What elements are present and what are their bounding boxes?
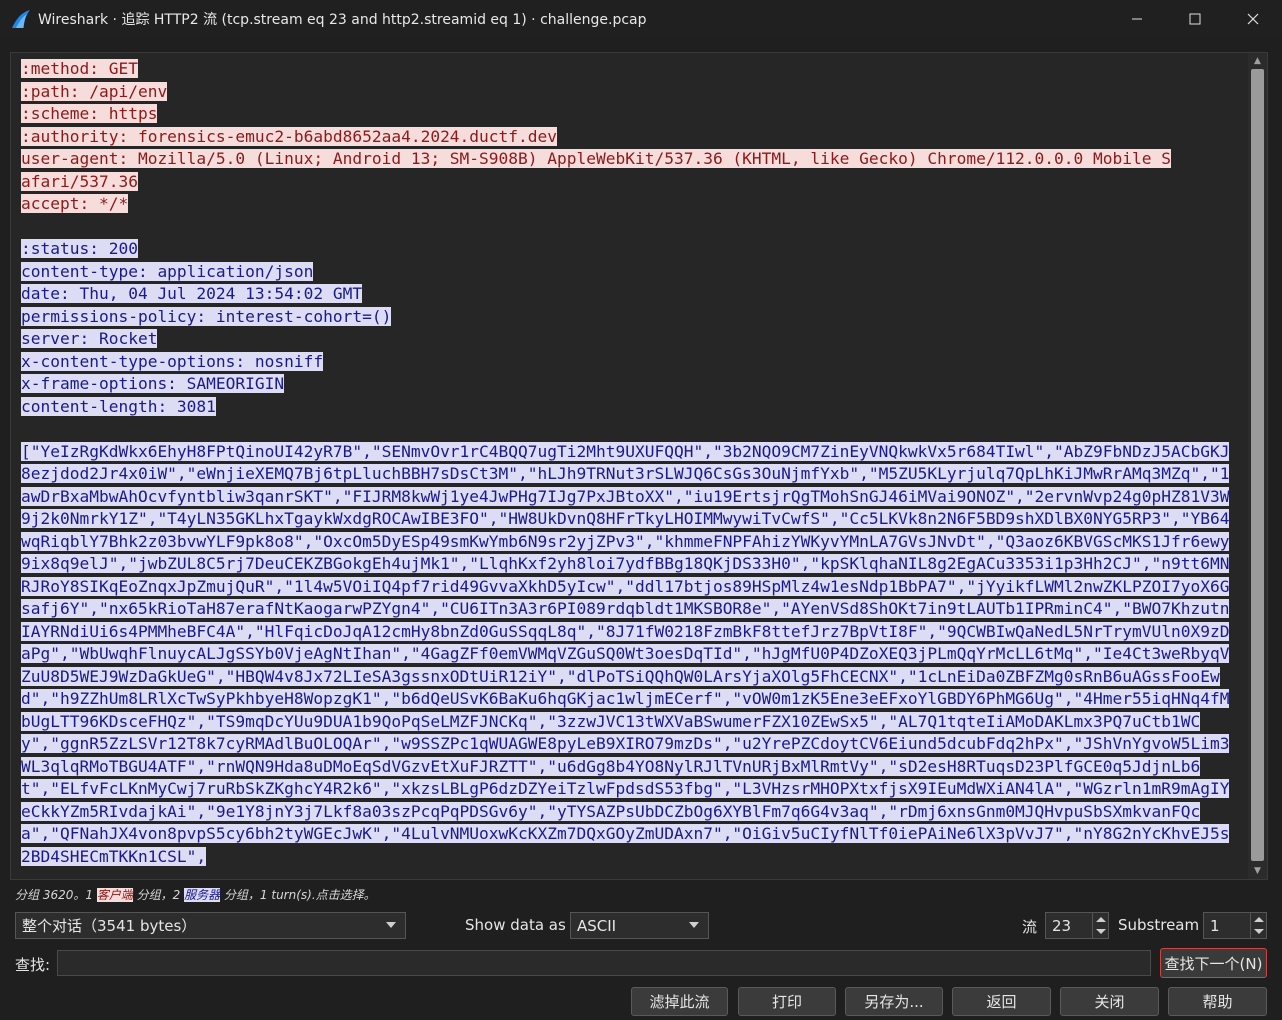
show-data-as-label: Show data as [465, 916, 566, 934]
summary-middle: 分组，2 [132, 888, 185, 902]
spin-down-icon[interactable] [1254, 929, 1264, 934]
client-tag[interactable]: 客户端 [96, 888, 133, 902]
response-header-line: :status: 200 [21, 239, 138, 258]
server-tag[interactable]: 服务器 [184, 888, 221, 902]
find-next-button[interactable]: 查找下一个(N) [1160, 948, 1267, 978]
scroll-up-icon[interactable]: ▲ [1248, 54, 1267, 68]
find-input[interactable] [57, 950, 1151, 976]
back-button[interactable]: 返回 [952, 987, 1051, 1016]
response-header-line: permissions-policy: interest-cohort=() [21, 306, 392, 326]
request-header-line: afari/537.36 [21, 171, 138, 191]
response-headers: :status: 200 content-type: application/j… [21, 238, 1239, 418]
stream-spinbox[interactable]: 23 [1045, 912, 1109, 939]
chevron-down-icon [386, 922, 396, 928]
spin-up-icon[interactable] [1254, 917, 1264, 922]
find-label: 查找: [15, 956, 51, 974]
close-dialog-button[interactable]: 关闭 [1060, 987, 1159, 1016]
request-headers: :method: GET :path: /api/env :scheme: ht… [21, 58, 1239, 216]
response-header-line: x-content-type-options: nosniff [21, 351, 324, 371]
stream-value: 23 [1052, 916, 1072, 935]
response-header-line: server: Rocket [21, 329, 158, 348]
request-header-line: :method: GET [21, 59, 138, 78]
scrollbar-thumb[interactable] [1251, 69, 1264, 861]
summary-suffix: 分组，1 turn(s).点击选择。 [220, 888, 376, 902]
wireshark-fin-icon [12, 10, 30, 28]
show-data-as-value: ASCII [577, 916, 617, 935]
maximize-icon [1189, 13, 1201, 25]
response-body: ["YeIzRgKdWkx6EhyH8FPtQinoUI42yR7B","SEN… [21, 441, 1230, 866]
stream-text[interactable]: :method: GET :path: /api/env :scheme: ht… [21, 58, 1239, 868]
spin-up-icon[interactable] [1096, 917, 1106, 922]
print-button[interactable]: 打印 [738, 987, 836, 1016]
vertical-scrollbar[interactable]: ▲ ▼ [1248, 53, 1267, 879]
response-header-line: content-length: 3081 [21, 396, 216, 416]
request-header-line: accept: */* [21, 194, 129, 213]
minimize-icon [1132, 18, 1142, 20]
save-as-button[interactable]: 另存为... [845, 987, 943, 1016]
summary-prefix: 分组 3620。1 [15, 888, 97, 902]
stream-summary: 分组 3620。1 客户端 分组，2 服务器 分组，1 turn(s).点击选择… [15, 886, 376, 903]
conversation-select-value: 整个对话（3541 bytes） [22, 917, 197, 935]
minimize-button[interactable] [1108, 0, 1166, 38]
title-bar: Wireshark · 追踪 HTTP2 流 (tcp.stream eq 23… [0, 0, 1282, 38]
stream-content[interactable]: :method: GET :path: /api/env :scheme: ht… [10, 52, 1268, 880]
chevron-down-icon [689, 922, 699, 928]
request-header-line: user-agent: Mozilla/5.0 (Linux; Android … [21, 149, 1171, 168]
scroll-down-icon[interactable]: ▼ [1248, 864, 1267, 878]
stream-label: 流 [1022, 918, 1038, 936]
close-button[interactable] [1224, 0, 1282, 38]
maximize-button[interactable] [1166, 0, 1224, 38]
substream-label: Substream [1118, 916, 1200, 934]
close-icon [1247, 13, 1259, 25]
show-data-as-select[interactable]: ASCII [570, 912, 709, 939]
request-header-line: :authority: forensics-emuc2-b6abd8652aa4… [21, 126, 558, 146]
conversation-select[interactable]: 整个对话（3541 bytes） [15, 912, 406, 939]
window-title: Wireshark · 追踪 HTTP2 流 (tcp.stream eq 23… [38, 12, 647, 28]
response-header-line: content-type: application/json [21, 261, 314, 281]
response-header-line: date: Thu, 04 Jul 2024 13:54:02 GMT [21, 284, 363, 303]
help-button[interactable]: 帮助 [1168, 987, 1267, 1016]
request-header-line: :scheme: https [21, 104, 158, 123]
filter-out-button[interactable]: 滤掉此流 [631, 987, 728, 1016]
substream-value: 1 [1210, 916, 1220, 935]
response-header-line: x-frame-options: SAMEORIGIN [21, 374, 285, 393]
substream-spinbox[interactable]: 1 [1203, 912, 1267, 939]
spin-down-icon[interactable] [1096, 929, 1106, 934]
request-header-line: :path: /api/env [21, 81, 168, 101]
